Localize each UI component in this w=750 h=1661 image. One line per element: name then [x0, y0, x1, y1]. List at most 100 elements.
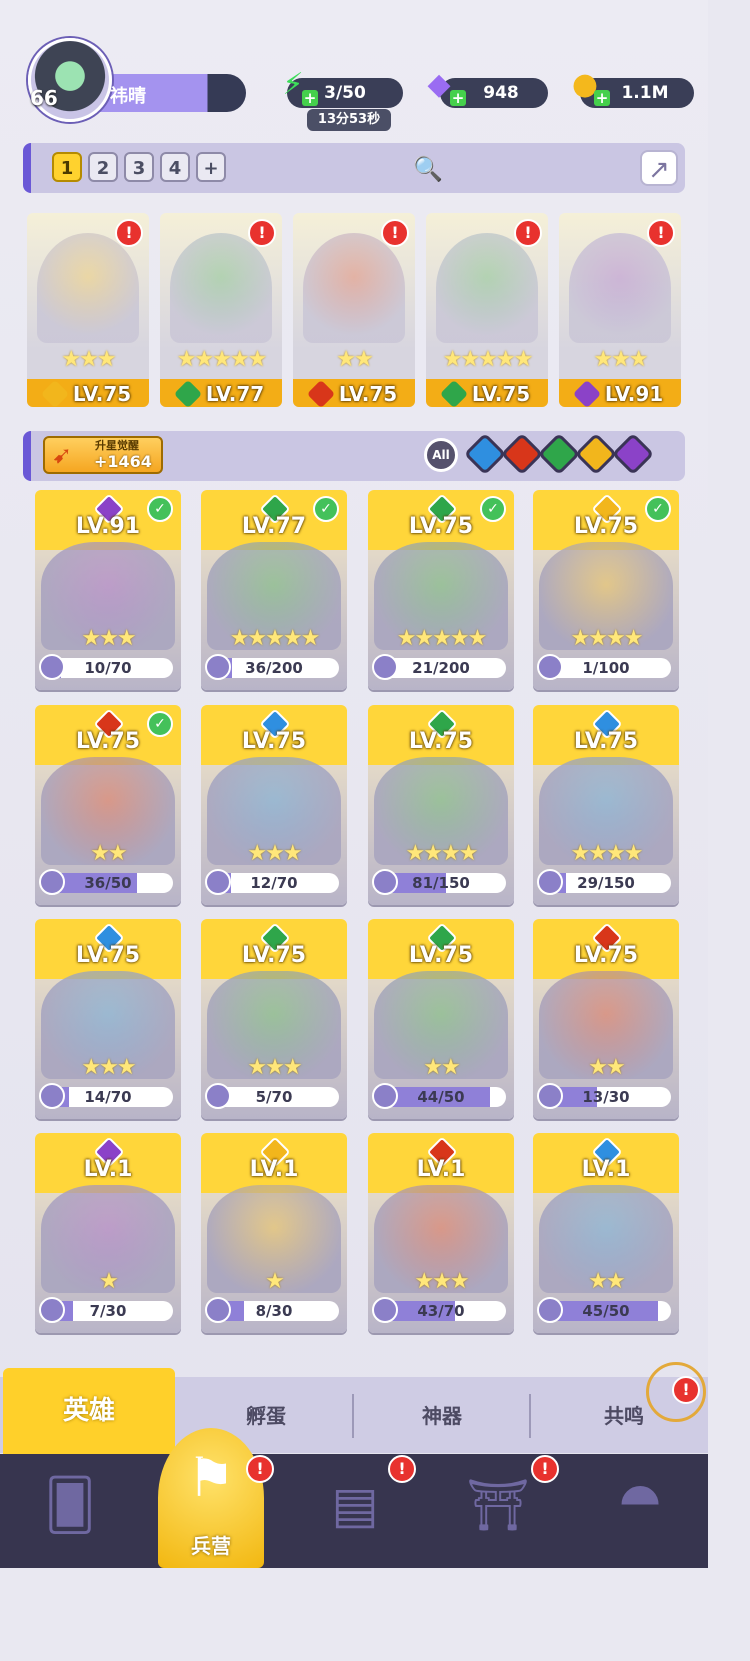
- shard-icon: [39, 1083, 65, 1109]
- hero-stars: ★★: [588, 1055, 625, 1080]
- hero-level: LV.75: [293, 379, 415, 407]
- hero-level: LV.1: [416, 1157, 466, 1182]
- shard-icon: [39, 654, 65, 680]
- hero-stars: ★★★★★: [396, 626, 488, 651]
- hero-card[interactable]: LV.1 ★★★ 43/70: [368, 1133, 514, 1333]
- tab-heroes[interactable]: 英雄: [3, 1368, 175, 1454]
- hero-card[interactable]: LV.75 ★★★★ 81/150: [368, 705, 514, 905]
- team-tab-2[interactable]: 2: [88, 152, 118, 182]
- sword-icon: ➹: [52, 441, 73, 469]
- hero-card[interactable]: LV.1 ★ 8/30: [201, 1133, 347, 1333]
- coin-value: 1.1M: [621, 83, 669, 103]
- shard-icon: [205, 654, 231, 680]
- hero-level: LV.1: [581, 1157, 631, 1182]
- hero-level: LV.75: [573, 729, 639, 754]
- hero-card[interactable]: LV.75 ★★ 13/30: [533, 919, 679, 1119]
- hero-stars: ★★★★★: [442, 347, 534, 372]
- team-tab-3[interactable]: 3: [124, 152, 154, 182]
- alert-icon: !: [115, 219, 143, 247]
- team-slot[interactable]: ★★★ LV.91!: [559, 213, 681, 407]
- tab-artifacts[interactable]: 神器: [356, 1392, 528, 1440]
- check-icon: ✓: [313, 496, 339, 522]
- shard-icon: [372, 654, 398, 680]
- shard-icon: [205, 869, 231, 895]
- hero-card[interactable]: LV.1 ★★ 45/50: [533, 1133, 679, 1333]
- hero-level-text: LV.91: [604, 382, 664, 406]
- hero-stars: ★★★★★: [176, 347, 268, 372]
- hero-level-text: LV.75: [338, 382, 398, 406]
- hero-card[interactable]: LV.75 ★★★ 12/70: [201, 705, 347, 905]
- hero-stars: ★★★★★: [229, 626, 321, 651]
- element-icon: [572, 379, 601, 407]
- hero-card[interactable]: LV.75 ★★★ 5/70: [201, 919, 347, 1119]
- hero-portrait: [569, 233, 671, 343]
- shard-icon: [372, 869, 398, 895]
- alert-icon: !: [388, 1455, 416, 1483]
- hero-level: LV.1: [249, 1157, 299, 1182]
- shard-icon: [537, 1083, 563, 1109]
- hero-card[interactable]: LV.75 ★★★★ 1/100 ✓: [533, 490, 679, 690]
- team-slot[interactable]: ★★★ LV.75!: [27, 213, 149, 407]
- hero-card[interactable]: LV.75 ★★★ 14/70: [35, 919, 181, 1119]
- hero-card[interactable]: LV.75 ★★★★★ 21/200 ✓: [368, 490, 514, 690]
- shard-icon: [372, 1297, 398, 1323]
- team-slot[interactable]: ★★ LV.75!: [293, 213, 415, 407]
- hero-stars: ★★★★: [570, 841, 644, 866]
- check-icon: ✓: [147, 496, 173, 522]
- awaken-label: 升星觉醒: [95, 439, 139, 452]
- hero-stars: ★★: [90, 841, 127, 866]
- hero-portrait: [303, 233, 405, 343]
- hero-level: LV.75: [241, 943, 307, 968]
- nav-map[interactable]: ▤: [305, 1468, 405, 1558]
- hero-stars: ★★: [423, 1055, 460, 1080]
- avatar-level: 66: [30, 86, 58, 110]
- add-energy-button[interactable]: +: [302, 90, 318, 106]
- awaken-value: +1464: [94, 452, 152, 471]
- energy-timer: 13分53秒: [307, 109, 391, 131]
- gem-value: 948: [483, 83, 519, 103]
- cards-icon: 🂠: [44, 1476, 96, 1534]
- add-coins-button[interactable]: +: [594, 90, 610, 106]
- mushroom-icon: ⯊: [620, 1476, 660, 1534]
- hero-level: LV.75: [27, 379, 149, 407]
- nav-cards[interactable]: 🂠: [20, 1468, 120, 1558]
- team-bar: [23, 143, 685, 193]
- nav-mushroom[interactable]: ⯊: [590, 1468, 690, 1558]
- hero-level: LV.75: [408, 943, 474, 968]
- shrine-icon: ⛩: [466, 1476, 530, 1534]
- shard-icon: [205, 1083, 231, 1109]
- team-slot[interactable]: ★★★★★ LV.77!: [160, 213, 282, 407]
- hero-card[interactable]: LV.91 ★★★ 10/70 ✓: [35, 490, 181, 690]
- map-book-icon: ▤: [331, 1476, 379, 1534]
- team-tab-1[interactable]: 1: [52, 152, 82, 182]
- shard-icon: [537, 1297, 563, 1323]
- hero-card[interactable]: LV.75 ★★ 44/50: [368, 919, 514, 1119]
- hero-card[interactable]: LV.75 ★★★★ 29/150: [533, 705, 679, 905]
- shard-icon: [537, 869, 563, 895]
- hero-stars: ★: [99, 1269, 119, 1294]
- hero-stars: ★★★: [593, 347, 648, 372]
- element-icon: [306, 379, 335, 407]
- hero-card[interactable]: LV.1 ★ 7/30: [35, 1133, 181, 1333]
- add-gems-button[interactable]: +: [450, 90, 466, 106]
- alert-icon: !: [248, 219, 276, 247]
- shard-icon: [537, 654, 563, 680]
- share-icon[interactable]: ↗: [640, 150, 678, 186]
- player-name: 祎晴: [110, 86, 146, 107]
- add-team-button[interactable]: +: [196, 152, 226, 182]
- energy-value: 3/50: [324, 83, 366, 103]
- hero-card[interactable]: LV.75 ★★ 36/50 ✓: [35, 705, 181, 905]
- zoom-icon[interactable]: 🔍: [413, 155, 443, 183]
- team-tab-4[interactable]: 4: [160, 152, 190, 182]
- hero-card[interactable]: LV.77 ★★★★★ 36/200 ✓: [201, 490, 347, 690]
- team-slot[interactable]: ★★★★★ LV.75!: [426, 213, 548, 407]
- hero-level-text: LV.77: [205, 382, 265, 406]
- shard-icon: [39, 869, 65, 895]
- filter-all-button[interactable]: All: [424, 438, 458, 472]
- hero-level-text: LV.75: [471, 382, 531, 406]
- hero-level: LV.1: [83, 1157, 133, 1182]
- hero-level: LV.75: [241, 729, 307, 754]
- nav-shrine[interactable]: ⛩: [448, 1468, 548, 1558]
- hero-portrait: [170, 233, 272, 343]
- check-icon: ✓: [147, 711, 173, 737]
